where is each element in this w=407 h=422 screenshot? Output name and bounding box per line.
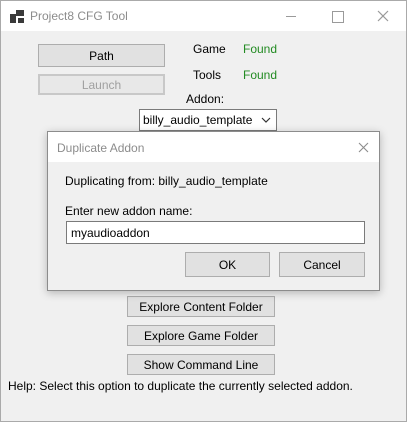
dialog-title: Duplicate Addon — [57, 141, 145, 155]
explore-content-folder-button[interactable]: Explore Content Folder — [127, 296, 275, 317]
explore-game-folder-button[interactable]: Explore Game Folder — [127, 325, 275, 346]
maximize-button[interactable] — [314, 1, 360, 31]
help-text: Help: Select this option to duplicate th… — [8, 379, 353, 393]
launch-button[interactable]: Launch — [38, 74, 165, 95]
addon-dropdown[interactable]: billy_audio_template — [139, 109, 277, 131]
game-label: Game — [193, 42, 226, 56]
addon-name-label: Enter new addon name: — [65, 204, 193, 218]
title-bar[interactable]: Project8 CFG Tool — [1, 1, 406, 31]
path-button[interactable]: Path — [38, 44, 165, 67]
window-title: Project8 CFG Tool — [30, 9, 128, 23]
dialog-close-button[interactable] — [353, 138, 373, 158]
addon-name-input[interactable] — [66, 221, 365, 244]
game-status: Found — [243, 42, 278, 56]
addon-selected-value: billy_audio_template — [143, 113, 253, 127]
minimize-button[interactable] — [268, 1, 314, 31]
tools-status: Found — [243, 68, 278, 82]
duplicate-addon-dialog: Duplicate Addon Duplicating from: billy_… — [47, 131, 380, 291]
show-command-line-button[interactable]: Show Command Line — [127, 354, 275, 375]
chevron-down-icon — [261, 117, 271, 123]
cancel-button[interactable]: Cancel — [279, 252, 365, 277]
dialog-title-bar[interactable]: Duplicate Addon — [48, 132, 379, 162]
close-button[interactable] — [360, 1, 406, 31]
ok-button[interactable]: OK — [185, 252, 270, 277]
addon-label: Addon: — [186, 92, 225, 106]
duplicating-from-text: Duplicating from: billy_audio_template — [65, 174, 268, 188]
close-icon — [377, 10, 389, 22]
tools-label: Tools — [193, 68, 222, 82]
app-icon — [10, 10, 24, 23]
close-icon — [358, 142, 369, 153]
